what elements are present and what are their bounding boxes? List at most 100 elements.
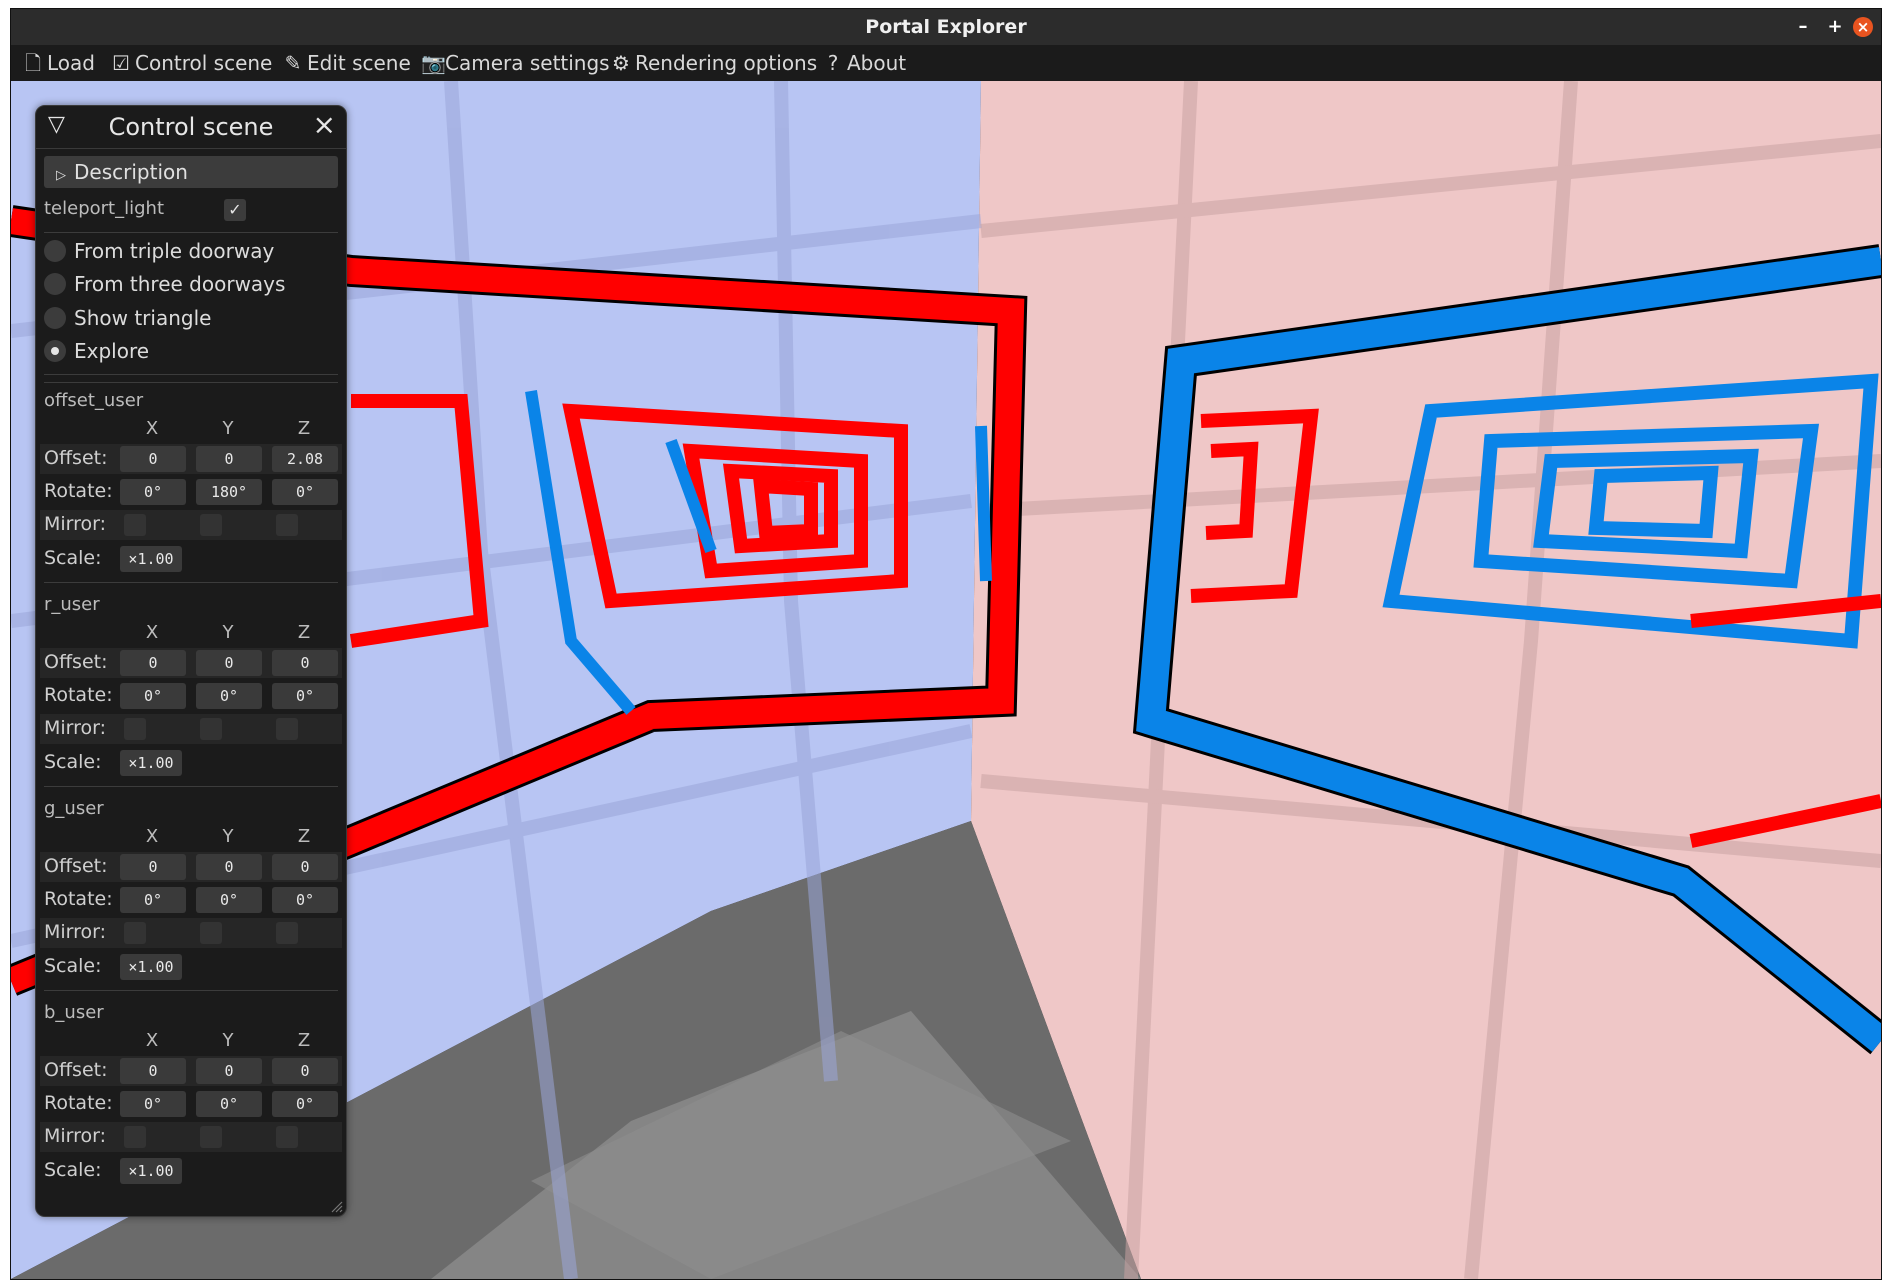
mirror-y-checkbox[interactable]: [200, 922, 222, 944]
offset-x-field[interactable]: 0: [120, 446, 186, 472]
scale-field[interactable]: ×1.00: [120, 1158, 182, 1184]
rotate-y-field[interactable]: 0°: [196, 887, 262, 913]
mirror-z-checkbox[interactable]: [276, 922, 298, 944]
axis-z-header: Z: [297, 1030, 311, 1051]
offset-y-field[interactable]: 0: [196, 650, 262, 676]
scale-label: Scale:: [44, 1159, 102, 1181]
pencil-icon: ✎: [284, 51, 302, 75]
mirror-x-checkbox[interactable]: [124, 922, 146, 944]
expand-triangle-icon: ▷: [56, 168, 66, 183]
mirror-z-checkbox[interactable]: [276, 514, 298, 536]
axis-x-header: X: [145, 826, 159, 847]
axis-x-header: X: [145, 418, 159, 439]
rotate-z-field[interactable]: 0°: [272, 479, 338, 505]
group-title-b-user: b_user: [44, 1002, 104, 1023]
scale-label: Scale:: [44, 955, 102, 977]
rotate-y-field[interactable]: 0°: [196, 1091, 262, 1117]
rotate-z-field[interactable]: 0°: [272, 887, 338, 913]
radio-label-from-triple-doorway: From triple doorway: [74, 239, 275, 263]
radio-show-triangle[interactable]: [44, 307, 66, 329]
close-icon[interactable]: ×: [313, 108, 336, 141]
control-scene-panel: ▽ Control scene × ▷ Description teleport_…: [35, 105, 347, 1217]
file-icon: 🗋: [24, 51, 42, 75]
mirror-label: Mirror:: [44, 717, 107, 739]
rotate-x-field[interactable]: 0°: [120, 683, 186, 709]
axis-x-header: X: [145, 1030, 159, 1051]
rotate-label: Rotate:: [44, 888, 113, 910]
offset-label: Offset:: [44, 651, 108, 673]
offset-x-field[interactable]: 0: [120, 1058, 186, 1084]
scale-field[interactable]: ×1.00: [120, 546, 182, 572]
mirror-x-checkbox[interactable]: [124, 1126, 146, 1148]
rotate-x-field[interactable]: 0°: [120, 1091, 186, 1117]
offset-label: Offset:: [44, 1059, 108, 1081]
camera-icon: 📷: [421, 51, 446, 75]
axis-x-header: X: [145, 622, 159, 643]
rotate-x-field[interactable]: 0°: [120, 887, 186, 913]
description-header[interactable]: ▷ Description: [44, 156, 338, 188]
panel-title: Control scene: [108, 113, 274, 141]
mirror-label: Mirror:: [44, 513, 107, 535]
group-title-g-user: g_user: [44, 798, 104, 819]
resize-grip-icon[interactable]: [331, 1201, 343, 1213]
rotate-x-field[interactable]: 0°: [120, 479, 186, 505]
divider: [44, 374, 338, 375]
radio-label-from-three-doorways: From three doorways: [74, 272, 286, 296]
offset-x-field[interactable]: 0: [120, 854, 186, 880]
rotate-y-field[interactable]: 0°: [196, 683, 262, 709]
rotate-y-field[interactable]: 180°: [196, 479, 262, 505]
rotate-z-field[interactable]: 0°: [272, 683, 338, 709]
mirror-y-checkbox[interactable]: [200, 514, 222, 536]
offset-x-field[interactable]: 0: [120, 650, 186, 676]
radio-label-show-triangle: Show triangle: [74, 306, 212, 330]
close-window-button[interactable]: ×: [1853, 17, 1873, 37]
scale-field[interactable]: ×1.00: [120, 954, 182, 980]
maximize-button[interactable]: +: [1823, 15, 1847, 39]
menu-rendering-options[interactable]: ⚙ Rendering options: [611, 45, 817, 81]
axis-z-header: Z: [297, 826, 311, 847]
offset-z-field[interactable]: 0: [272, 1058, 338, 1084]
offset-z-field[interactable]: 0: [272, 650, 338, 676]
mirror-y-checkbox[interactable]: [200, 718, 222, 740]
divider: [44, 990, 338, 991]
menu-about[interactable]: ? About: [823, 45, 906, 81]
gear-icon: ⚙: [612, 51, 630, 75]
axis-y-header: Y: [222, 1030, 234, 1051]
rotate-label: Rotate:: [44, 684, 113, 706]
divider: [44, 786, 338, 787]
menu-control-scene[interactable]: ☑ Control scene: [111, 45, 272, 81]
teleport-light-label: teleport_light: [44, 198, 164, 219]
window-title: Portal Explorer: [865, 16, 1027, 38]
teleport-light-checkbox[interactable]: ✓: [224, 199, 246, 221]
rotate-label: Rotate:: [44, 480, 113, 502]
divider: [44, 582, 338, 583]
minimize-button[interactable]: –: [1791, 15, 1815, 39]
pink-wall: [971, 81, 1881, 1279]
radio-explore[interactable]: [44, 340, 66, 362]
mirror-x-checkbox[interactable]: [124, 514, 146, 536]
check-icon: ✓: [228, 200, 242, 219]
offset-z-field[interactable]: 0: [272, 854, 338, 880]
radio-from-triple-doorway[interactable]: [44, 240, 66, 262]
app-window: Portal Explorer – + × 🗋 Load ☑ Control sce…: [10, 8, 1882, 1280]
mirror-z-checkbox[interactable]: [276, 718, 298, 740]
axis-y-header: Y: [222, 418, 234, 439]
rotate-z-field[interactable]: 0°: [272, 1091, 338, 1117]
radio-from-three-doorways[interactable]: [44, 273, 66, 295]
offset-y-field[interactable]: 0: [196, 1058, 262, 1084]
offset-y-field[interactable]: 0: [196, 446, 262, 472]
menu-load[interactable]: 🗋 Load: [23, 45, 95, 81]
mirror-y-checkbox[interactable]: [200, 1126, 222, 1148]
group-title-r-user: r_user: [44, 594, 100, 615]
menu-camera-settings[interactable]: 📷Camera settings: [421, 45, 610, 81]
menu-edit-scene[interactable]: ✎ Edit scene: [283, 45, 411, 81]
mirror-x-checkbox[interactable]: [124, 718, 146, 740]
mirror-z-checkbox[interactable]: [276, 1126, 298, 1148]
scale-field[interactable]: ×1.00: [120, 750, 182, 776]
offset-y-field[interactable]: 0: [196, 854, 262, 880]
axis-z-header: Z: [297, 622, 311, 643]
divider: [44, 232, 338, 233]
radio-label-explore: Explore: [74, 339, 150, 363]
offset-label: Offset:: [44, 855, 108, 877]
offset-z-field[interactable]: 2.08: [272, 446, 338, 472]
